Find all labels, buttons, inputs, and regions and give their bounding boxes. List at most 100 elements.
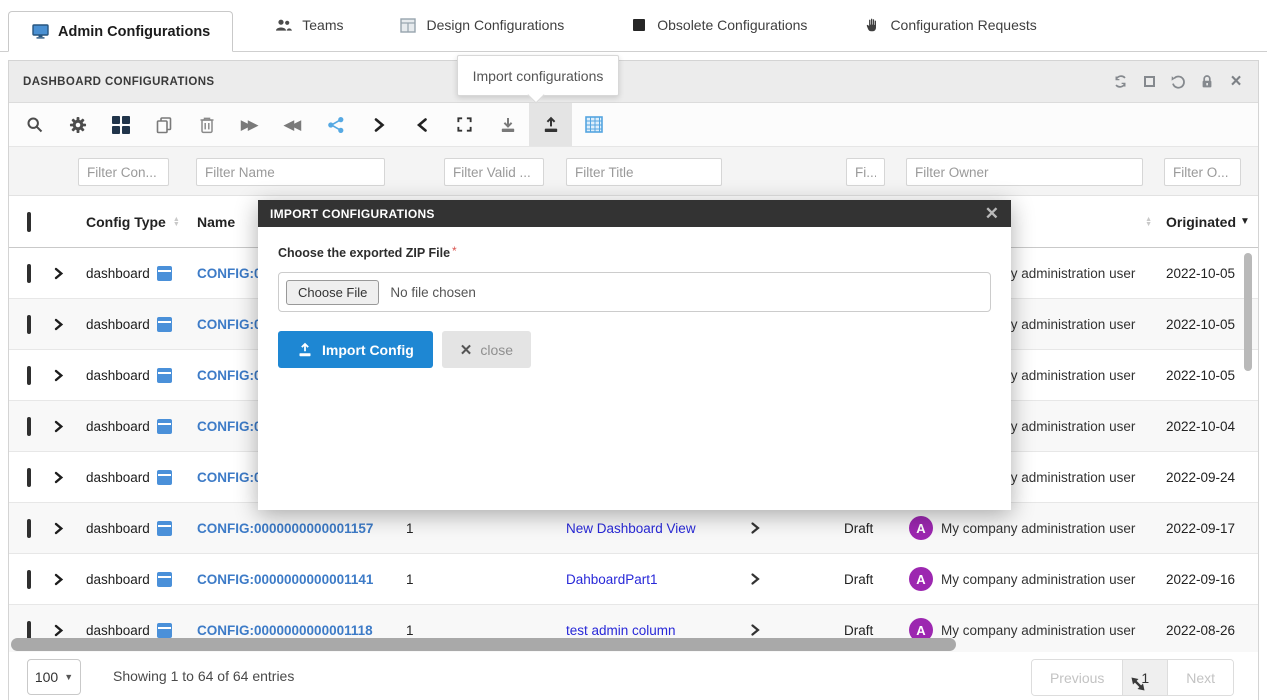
showing-entries-text: Showing 1 to 64 of 64 entries	[113, 668, 294, 684]
config-type-cell: dashboard	[86, 521, 197, 536]
row-chevron-right-icon[interactable]	[749, 623, 844, 637]
import-config-button[interactable]: Import Config	[278, 331, 433, 368]
expand-chevron-icon[interactable]	[53, 369, 86, 382]
expand-chevron-icon[interactable]	[53, 522, 86, 535]
config-name-link[interactable]: CONFIG:0000000000001118	[197, 623, 373, 638]
expand-chevron-icon[interactable]	[53, 573, 86, 586]
title-link[interactable]: New Dashboard View	[566, 521, 696, 536]
hand-icon	[863, 17, 881, 33]
originated-cell: 2022-09-24	[1166, 470, 1258, 485]
tab-admin-configurations[interactable]: Admin Configurations	[8, 11, 233, 52]
copy-icon[interactable]	[142, 103, 185, 146]
choose-file-button[interactable]: Choose File	[286, 280, 379, 305]
filter-name-input[interactable]	[196, 158, 385, 186]
tab-obsolete-configurations[interactable]: Obsolete Configurations	[626, 0, 811, 51]
dashboard-icon	[157, 368, 172, 383]
page-size-select[interactable]: 100 ▼	[27, 659, 81, 695]
maximize-icon[interactable]	[1141, 74, 1157, 90]
config-name-link[interactable]: CONFIG:0	[197, 317, 262, 332]
row-checkbox[interactable]	[27, 417, 31, 436]
grid-icon[interactable]	[99, 103, 142, 146]
people-icon	[275, 17, 293, 33]
filter-valid-input[interactable]	[444, 158, 544, 186]
row-checkbox[interactable]	[27, 315, 31, 334]
expand-chevron-icon[interactable]	[53, 318, 86, 331]
filter-status-input[interactable]	[846, 158, 885, 186]
config-name-link[interactable]: CONFIG:0000000000001141	[197, 572, 373, 587]
expand-icon[interactable]	[443, 103, 486, 146]
share-icon[interactable]	[314, 103, 357, 146]
row-checkbox[interactable]	[27, 570, 31, 589]
header-config-type[interactable]: Config Type ▲▼	[86, 214, 197, 230]
version-cell: 1	[406, 623, 566, 638]
row-checkbox[interactable]	[27, 264, 31, 283]
row-chevron-right-icon[interactable]	[749, 521, 844, 535]
expand-chevron-icon[interactable]	[53, 624, 86, 637]
config-type-cell: dashboard	[86, 623, 197, 638]
avatar: A	[909, 516, 933, 540]
expand-chevron-icon[interactable]	[53, 420, 86, 433]
status-cell: Draft	[844, 521, 909, 536]
panel-title: DASHBOARD CONFIGURATIONS	[23, 76, 214, 88]
tab-configuration-requests[interactable]: Configuration Requests	[859, 0, 1040, 51]
row-checkbox[interactable]	[27, 366, 31, 385]
chevron-right-icon[interactable]	[357, 103, 400, 146]
upload-icon[interactable]	[529, 103, 572, 146]
modal-close-icon[interactable]: ✕	[985, 205, 999, 222]
owner-cell: A My company administration user	[909, 567, 1166, 591]
title-link[interactable]: DahboardPart1	[566, 572, 658, 587]
download-icon[interactable]	[486, 103, 529, 146]
config-type-cell: dashboard	[86, 266, 197, 281]
chevron-left-icon[interactable]	[400, 103, 443, 146]
config-name-link[interactable]: CONFIG:0	[197, 419, 262, 434]
expand-chevron-icon[interactable]	[53, 267, 86, 280]
gear-icon[interactable]	[56, 103, 99, 146]
rewind-icon[interactable]: ◀◀	[271, 103, 314, 146]
undo-icon[interactable]	[1170, 74, 1186, 90]
trash-icon[interactable]	[185, 103, 228, 146]
row-checkbox[interactable]	[27, 519, 31, 538]
expand-chevron-icon[interactable]	[53, 471, 86, 484]
config-name-link[interactable]: CONFIG:0	[197, 368, 262, 383]
status-cell: Draft	[844, 623, 909, 638]
file-input[interactable]: Choose File No file chosen	[278, 272, 991, 312]
config-name-link[interactable]: CONFIG:0000000000001157	[197, 521, 373, 536]
refresh-icon[interactable]	[1112, 74, 1128, 90]
next-page-button[interactable]: Next	[1167, 660, 1233, 695]
filter-row	[9, 147, 1258, 196]
row-checkbox[interactable]	[27, 621, 31, 640]
layout-grid-icon	[399, 17, 417, 33]
filter-config-type-input[interactable]	[78, 158, 169, 186]
modal-body: Choose the exported ZIP File* Choose Fil…	[258, 227, 1011, 385]
import-configurations-tooltip: Import configurations	[457, 55, 619, 96]
config-name-link[interactable]: CONFIG:0	[197, 266, 262, 281]
row-chevron-right-icon[interactable]	[749, 572, 844, 586]
tab-teams[interactable]: Teams	[271, 0, 347, 51]
previous-page-button[interactable]: Previous	[1032, 660, 1122, 695]
row-checkbox[interactable]	[27, 468, 31, 487]
table-footer: 100 ▼ Showing 1 to 64 of 64 entries Prev…	[9, 652, 1258, 700]
config-type-cell: dashboard	[86, 419, 197, 434]
select-all-checkbox[interactable]	[27, 212, 31, 232]
tab-design-configurations[interactable]: Design Configurations	[395, 0, 568, 51]
filter-originated-input[interactable]	[1164, 158, 1241, 186]
title-link[interactable]: test admin column	[566, 623, 676, 638]
close-button[interactable]: ✕ close	[442, 331, 531, 368]
square-icon	[630, 17, 648, 33]
filter-title-input[interactable]	[566, 158, 722, 186]
table-row[interactable]: dashboard CONFIG:0000000000001141 1 Dahb…	[9, 554, 1258, 605]
config-name-link[interactable]: CONFIG:0	[197, 470, 262, 485]
lock-icon[interactable]	[1199, 74, 1215, 90]
vertical-scrollbar[interactable]	[1244, 253, 1252, 371]
search-icon[interactable]	[13, 103, 56, 146]
fast-forward-icon[interactable]: ▶▶	[228, 103, 271, 146]
owner-cell: A My company administration user	[909, 516, 1166, 540]
table-icon[interactable]	[572, 103, 615, 146]
table-row[interactable]: dashboard CONFIG:0000000000001157 1 New …	[9, 503, 1258, 554]
header-originated[interactable]: Originated ▼	[1166, 214, 1260, 230]
originated-cell: 2022-09-17	[1166, 521, 1258, 536]
horizontal-scrollbar[interactable]	[11, 638, 956, 651]
dashboard-icon	[157, 317, 172, 332]
close-icon[interactable]: ×	[1228, 74, 1244, 90]
filter-owner-input[interactable]	[906, 158, 1143, 186]
